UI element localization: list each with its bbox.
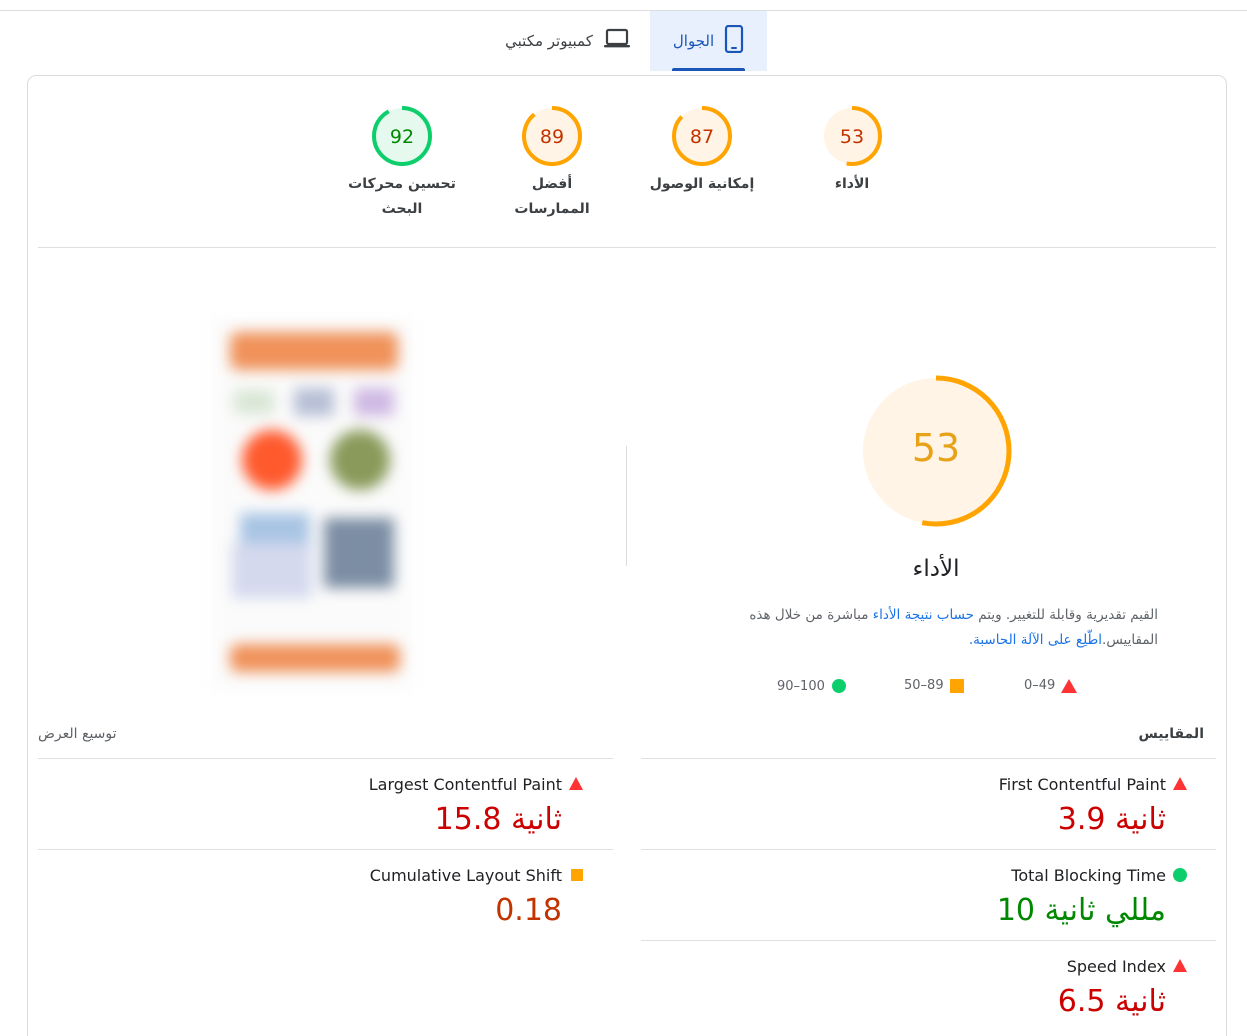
page-screenshot-thumbnail xyxy=(212,318,412,690)
tab-mobile-label: الجوال xyxy=(672,32,715,50)
smartphone-icon xyxy=(724,24,744,57)
metrics-divider xyxy=(641,849,1216,850)
metrics-divider xyxy=(641,940,1216,941)
legend-pass-label: 90–100 xyxy=(777,678,825,694)
metric-tbt-name: Total Blocking Time xyxy=(1011,866,1166,885)
gauge-score: 89 xyxy=(540,126,564,148)
legend-average-label: 50–89 xyxy=(904,678,944,693)
metric-cls-name: Cumulative Layout Shift xyxy=(369,866,562,885)
triangle-icon xyxy=(1061,678,1078,693)
gauge-ring: 89 xyxy=(522,106,582,166)
gauge-performance[interactable]: 53 الأداء xyxy=(792,104,912,197)
fail-triangle-icon xyxy=(569,777,583,790)
metric-fcp-value: 3.9 ثانية xyxy=(1057,802,1166,837)
metric-fcp-name: First Contentful Paint xyxy=(998,775,1166,794)
metric-cls-value: 0.18 xyxy=(495,893,562,928)
metric-tbt-value: 10 مللي ثانية xyxy=(996,893,1166,928)
gauge-label: أفضل الممارسات xyxy=(514,176,590,217)
gauge-ring: 92 xyxy=(372,106,432,166)
metrics-divider xyxy=(38,758,613,759)
circle-icon xyxy=(831,679,846,693)
gauge-label: الأداء xyxy=(834,176,870,192)
gauge-score: 92 xyxy=(390,126,414,148)
performance-score-large: 53 xyxy=(912,426,960,470)
gauge-accessibility[interactable]: 87 إمكانية الوصول xyxy=(642,104,762,197)
report-card xyxy=(27,75,1227,1036)
tab-active-indicator xyxy=(672,68,745,71)
vertical-divider xyxy=(626,446,627,566)
performance-score-link[interactable]: حساب نتيجة الأداء xyxy=(873,607,974,623)
performance-gauge-large: 53 xyxy=(858,373,1014,533)
metric-si-value: 6.5 ثانية xyxy=(1057,984,1166,1019)
gauge-score: 53 xyxy=(840,126,864,148)
metrics-section-title: المقاييس xyxy=(1138,726,1204,742)
expand-view-toggle[interactable]: توسيع العرض xyxy=(38,726,117,742)
legend-fail: 0–49 xyxy=(1024,678,1078,693)
gauge-best-practices[interactable]: 89 أفضل الممارسات xyxy=(492,104,612,222)
legend-pass: 90–100 xyxy=(777,678,847,694)
summary-divider xyxy=(38,247,1216,248)
gauge-ring: 53 xyxy=(822,106,882,166)
gauge-ring: 87 xyxy=(672,106,732,166)
legend-average: 50–89 xyxy=(904,678,964,693)
metric-lcp-name: Largest Contentful Paint xyxy=(368,775,562,794)
legend-fail-label: 0–49 xyxy=(1024,678,1056,693)
tab-mobile[interactable]: الجوال xyxy=(650,11,767,71)
calculator-link[interactable]: اطّلِع على الآلة الحاسبة. xyxy=(969,632,1102,648)
performance-title: الأداء xyxy=(912,556,960,582)
square-icon xyxy=(949,678,964,693)
fail-triangle-icon xyxy=(1173,777,1187,790)
performance-description: القيم تقديرية وقابلة للتغيير. ويتم حساب … xyxy=(690,603,1158,653)
gauge-seo[interactable]: 92 تحسين محركات البحث xyxy=(342,104,462,222)
laptop-icon xyxy=(603,28,631,54)
pass-circle-icon xyxy=(1173,868,1187,882)
tab-desktop-label: كمبيوتر مكتبي xyxy=(505,32,593,50)
metrics-divider xyxy=(641,758,1216,759)
fail-triangle-icon xyxy=(1173,959,1187,972)
average-square-icon xyxy=(571,869,583,881)
metrics-divider xyxy=(38,849,613,850)
metric-lcp-value: 15.8 ثانية xyxy=(434,802,562,837)
gauge-score: 87 xyxy=(690,126,714,148)
metric-si-name: Speed Index xyxy=(1066,957,1166,976)
desc-text: القيم تقديرية وقابلة للتغيير. ويتم xyxy=(973,607,1158,623)
tab-desktop[interactable]: كمبيوتر مكتبي xyxy=(498,11,638,71)
gauge-label: إمكانية الوصول xyxy=(649,176,755,192)
gauge-label: تحسين محركات البحث xyxy=(348,176,456,217)
